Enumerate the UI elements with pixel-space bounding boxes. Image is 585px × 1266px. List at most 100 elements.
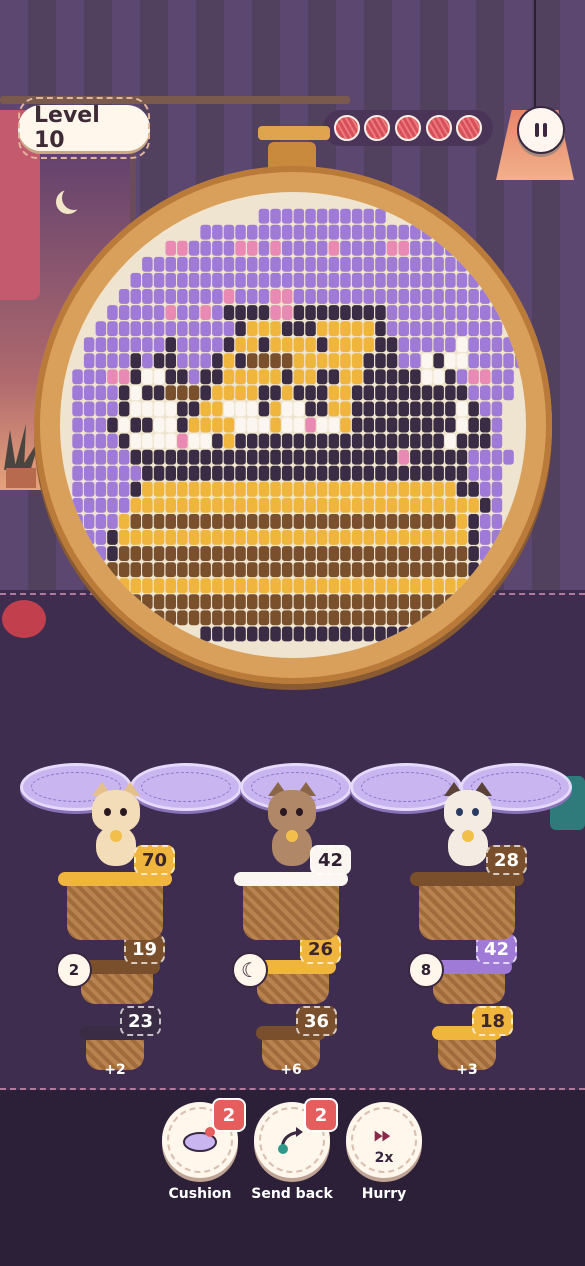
stitch-cell — [165, 594, 176, 610]
stitch-cell — [386, 321, 398, 337]
stitch-cell — [200, 449, 211, 465]
stitch-cell — [235, 433, 246, 449]
stitch-cell — [165, 272, 176, 288]
stitch-cell — [316, 562, 328, 578]
stitch-cell — [421, 385, 433, 401]
stitch-cell — [363, 465, 374, 481]
stitch-cell — [165, 449, 176, 465]
stitch-cell — [491, 337, 503, 353]
cat-eye — [120, 808, 127, 816]
yarn-basket[interactable] — [234, 872, 348, 940]
stitch-cell — [351, 289, 363, 304]
stitch-cell — [363, 401, 374, 417]
stitch-cell — [445, 401, 456, 417]
yarn-basket[interactable] — [410, 872, 524, 940]
stitch-cell — [177, 465, 188, 481]
stitch-cell — [281, 208, 293, 224]
stitch-cell — [83, 369, 95, 385]
lane-marker: 2 — [56, 952, 92, 988]
stitch-cell — [445, 610, 456, 626]
stitch-cell — [107, 369, 118, 385]
stitch-cell — [340, 562, 351, 578]
stitch-cell — [328, 530, 340, 545]
yarn-basket[interactable] — [58, 872, 172, 940]
stitch-cell — [200, 385, 211, 401]
stitch-cell — [281, 530, 293, 545]
stitch-cell — [258, 562, 270, 578]
stitch-cell — [153, 594, 165, 610]
basket-weave — [67, 884, 163, 940]
stitch-cell — [328, 594, 340, 610]
stitch-cell — [468, 272, 479, 288]
stitch-cell — [305, 321, 316, 337]
stitch-cell — [316, 385, 328, 401]
stitch-cell — [165, 401, 176, 417]
stitch-cell — [305, 417, 316, 433]
stitch-cell — [258, 417, 270, 433]
hurry-button[interactable]: 2x — [346, 1102, 422, 1178]
pause-icon — [535, 123, 539, 137]
stitch-cell — [165, 385, 176, 401]
stitch-cell — [200, 610, 211, 626]
stitch-cell — [433, 481, 444, 497]
stitch-cell — [410, 578, 421, 594]
stitch-cell — [258, 321, 270, 337]
stitch-cell — [95, 337, 107, 353]
stitch-cell — [235, 449, 246, 465]
stitch-cell — [480, 321, 491, 337]
stitch-cell — [316, 594, 328, 610]
stitch-cell — [235, 546, 246, 561]
stitch-cell — [468, 353, 479, 369]
stitch-cell — [363, 240, 374, 256]
stitch-cell — [503, 337, 514, 353]
stitch-cell — [351, 546, 363, 561]
stitch-cell — [398, 353, 409, 369]
stitch-cell — [142, 353, 153, 369]
stitch-cell — [258, 514, 270, 529]
stitch-cell — [130, 337, 141, 353]
stitch-cell — [270, 530, 281, 545]
stitch-cell — [491, 481, 503, 497]
stitch-cell — [316, 272, 328, 288]
stitch-cell — [363, 353, 374, 369]
stitch-cell — [410, 417, 421, 433]
stitch-cell — [456, 321, 468, 337]
stitch-cell — [153, 337, 165, 353]
stitch-cell — [456, 546, 468, 561]
stitch-cell — [363, 530, 374, 545]
stitch-cell — [247, 594, 258, 610]
stitch-cell — [456, 433, 468, 449]
stitch-cell — [293, 224, 305, 240]
stitch-cell — [328, 465, 340, 481]
stitch-cell — [281, 497, 293, 513]
stitch-cell — [421, 369, 433, 385]
stitch-cell — [433, 562, 444, 578]
stitch-cell — [363, 481, 374, 497]
stitch-cell — [328, 337, 340, 353]
stitch-cell — [107, 546, 118, 561]
stitch-cell — [235, 385, 246, 401]
stitch-cell — [305, 272, 316, 288]
stitch-cell — [433, 449, 444, 465]
stitch-cell — [270, 594, 281, 610]
cushion-slot[interactable] — [130, 763, 242, 811]
stitch-cell — [410, 385, 421, 401]
stitch-cell — [153, 353, 165, 369]
stitch-cell — [445, 256, 456, 272]
stitch-cell — [386, 578, 398, 594]
stitch-cell — [293, 481, 305, 497]
stitch-cell — [270, 626, 281, 642]
stitch-cell — [491, 497, 503, 513]
stitch-cell — [375, 578, 386, 594]
stitch-cell — [247, 385, 258, 401]
stitch-cell — [398, 272, 409, 288]
pause-button[interactable] — [517, 106, 565, 154]
stitch-cell — [153, 305, 165, 320]
stitch-cell — [445, 305, 456, 320]
stitch-cell — [118, 514, 130, 529]
stitch-cell — [177, 610, 188, 626]
stitch-cell — [130, 481, 141, 497]
stitch-cell — [421, 514, 433, 529]
stitch-cell — [165, 369, 176, 385]
stitch-cell — [130, 546, 141, 561]
